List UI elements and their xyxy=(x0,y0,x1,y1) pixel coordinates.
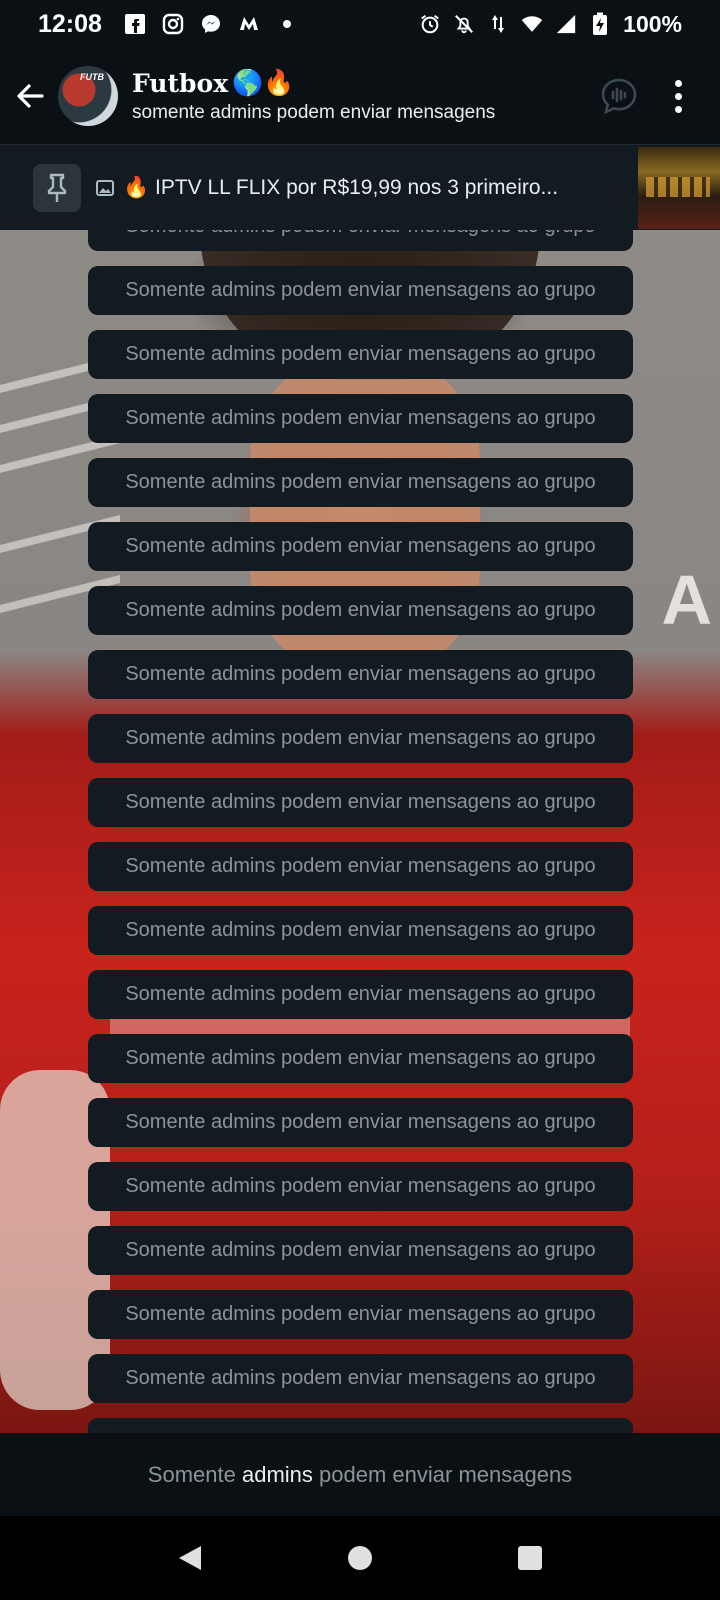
arrow-left-icon xyxy=(17,84,44,108)
pin-button[interactable] xyxy=(33,163,81,212)
back-icon xyxy=(179,1546,201,1570)
wifi-icon xyxy=(521,13,543,35)
message-bubble[interactable]: Somente admins podem enviar mensagens ao… xyxy=(88,970,633,1019)
menu-dot xyxy=(674,92,682,100)
message-bubble[interactable]: Somente admins podem enviar mensagens ao… xyxy=(88,1290,633,1339)
instagram-icon xyxy=(162,13,184,35)
battery-percent: 100% xyxy=(623,10,682,37)
wallpaper-letter: A xyxy=(661,561,712,639)
message-bubble[interactable]: Somente admins podem enviar mensagens ao… xyxy=(88,1418,633,1433)
facebook-icon xyxy=(124,13,146,35)
message-bubble[interactable]: Somente admins podem enviar mensagens ao… xyxy=(88,522,633,571)
message-text: Somente admins podem enviar mensagens ao… xyxy=(125,535,596,557)
message-text: Somente admins podem enviar mensagens ao… xyxy=(125,1239,596,1261)
admins-only-bar: Somente admins podem enviar mensagens xyxy=(0,1433,720,1516)
title-emojis: 🌎🔥 xyxy=(232,68,295,97)
message-bubble[interactable]: Somente admins podem enviar mensagens ao… xyxy=(88,394,633,443)
message-text: Somente admins podem enviar mensagens ao… xyxy=(125,1175,596,1197)
message-bubble[interactable]: Somente admins podem enviar mensagens ao… xyxy=(88,1226,633,1275)
message-bubble[interactable]: Somente admins podem enviar mensagens ao… xyxy=(88,1354,633,1403)
message-bubble[interactable]: Somente admins podem enviar mensagens ao… xyxy=(88,650,633,699)
nav-home-button[interactable] xyxy=(340,1538,380,1578)
message-text: Somente admins podem enviar mensagens ao… xyxy=(125,1367,596,1389)
home-icon xyxy=(348,1546,372,1570)
menu-dot xyxy=(674,105,682,113)
mute-icon xyxy=(453,13,475,35)
system-nav-bar xyxy=(0,1516,720,1600)
system-icons: 100% xyxy=(419,11,682,38)
menu-dot xyxy=(674,79,682,87)
message-bubble[interactable]: Somente admins podem enviar mensagens ao… xyxy=(88,230,633,251)
message-text: Somente admins podem enviar mensagens ao… xyxy=(125,1047,596,1069)
message-bubble[interactable]: Somente admins podem enviar mensagens ao… xyxy=(88,906,633,955)
app-icon xyxy=(238,13,260,35)
status-time: 12:08 xyxy=(38,9,102,38)
group-avatar[interactable]: FUTB xyxy=(58,66,118,126)
message-text: Somente admins podem enviar mensagens ao… xyxy=(125,230,595,238)
message-text: Somente admins podem enviar mensagens ao… xyxy=(125,791,596,813)
notification-icons xyxy=(124,13,298,35)
group-subtitle: somente admins podem enviar mensagens xyxy=(132,102,496,123)
pinned-message-text: 🔥 IPTV LL FLIX por R$19,99 nos 3 primeir… xyxy=(123,175,559,199)
message-bubble[interactable]: Somente admins podem enviar mensagens ao… xyxy=(88,266,633,315)
recents-icon xyxy=(518,1546,542,1570)
message-text: Somente admins podem enviar mensagens ao… xyxy=(125,727,596,749)
message-bubble[interactable]: Somente admins podem enviar mensagens ao… xyxy=(88,586,633,635)
message-text: Somente admins podem enviar mensagens ao… xyxy=(125,855,596,877)
header-info[interactable]: Futbox 🌎🔥 somente admins podem enviar me… xyxy=(132,68,600,124)
message-bubble[interactable]: Somente admins podem enviar mensagens ao… xyxy=(88,1098,633,1147)
dot-icon xyxy=(276,13,298,35)
message-text: Somente admins podem enviar mensagens ao… xyxy=(125,343,596,365)
message-bubble[interactable]: Somente admins podem enviar mensagens ao… xyxy=(88,458,633,507)
pinned-message-bar[interactable]: 🔥 IPTV LL FLIX por R$19,99 nos 3 primeir… xyxy=(0,144,720,230)
message-bubble[interactable]: Somente admins podem enviar mensagens ao… xyxy=(88,714,633,763)
back-button[interactable] xyxy=(2,48,58,144)
more-options-button[interactable] xyxy=(668,76,688,116)
group-name: Futbox xyxy=(132,68,229,98)
bottom-suffix: podem enviar mensagens xyxy=(319,1461,573,1487)
message-text: Somente admins podem enviar mensagens ao… xyxy=(125,279,596,301)
group-title: Futbox 🌎🔥 xyxy=(132,68,600,98)
nav-back-button[interactable] xyxy=(170,1538,210,1578)
message-text: Somente admins podem enviar mensagens ao… xyxy=(125,663,596,685)
message-bubble[interactable]: Somente admins podem enviar mensagens ao… xyxy=(88,842,633,891)
voice-chat-icon xyxy=(601,78,637,115)
bottom-prefix: Somente xyxy=(147,1461,236,1487)
pinned-content[interactable]: 🔥 IPTV LL FLIX por R$19,99 nos 3 primeir… xyxy=(95,176,615,200)
chat-area[interactable]: A Somente admins podem enviar mensagens … xyxy=(0,230,720,1433)
header-actions xyxy=(600,76,688,116)
message-text: Somente admins podem enviar mensagens ao… xyxy=(125,1111,596,1133)
voice-chat-button[interactable] xyxy=(600,77,638,115)
nav-recents-button[interactable] xyxy=(510,1538,550,1578)
message-bubble[interactable]: Somente admins podem enviar mensagens ao… xyxy=(88,778,633,827)
signal-icon xyxy=(555,13,577,35)
message-text: Somente admins podem enviar mensagens ao… xyxy=(125,919,596,941)
chat-header[interactable]: FUTB Futbox 🌎🔥 somente admins podem envi… xyxy=(0,48,720,144)
alarm-icon xyxy=(419,13,441,35)
message-bubble[interactable]: Somente admins podem enviar mensagens ao… xyxy=(88,330,633,379)
pinned-thumbnail[interactable] xyxy=(638,147,720,229)
bottom-highlight[interactable]: admins xyxy=(242,1462,313,1487)
message-bubble[interactable]: Somente admins podem enviar mensagens ao… xyxy=(88,1034,633,1083)
battery-charging-icon xyxy=(589,12,611,35)
status-bar: 12:08 100% xyxy=(0,0,720,48)
avatar-logo-text: FUTB xyxy=(80,72,104,82)
message-bubble[interactable]: Somente admins podem enviar mensagens ao… xyxy=(88,1162,633,1211)
message-text: Somente admins podem enviar mensagens ao… xyxy=(125,599,596,621)
pin-icon xyxy=(47,173,67,202)
message-text: Somente admins podem enviar mensagens ao… xyxy=(125,983,596,1005)
message-text: Somente admins podem enviar mensagens ao… xyxy=(125,1303,596,1325)
messenger-icon xyxy=(200,13,222,35)
image-icon xyxy=(96,179,114,196)
message-text: Somente admins podem enviar mensagens ao… xyxy=(125,407,596,429)
admins-only-text: Somente admins podem enviar mensagens xyxy=(148,1462,572,1488)
data-arrows-icon xyxy=(487,13,509,35)
message-text: Somente admins podem enviar mensagens ao… xyxy=(125,471,596,493)
